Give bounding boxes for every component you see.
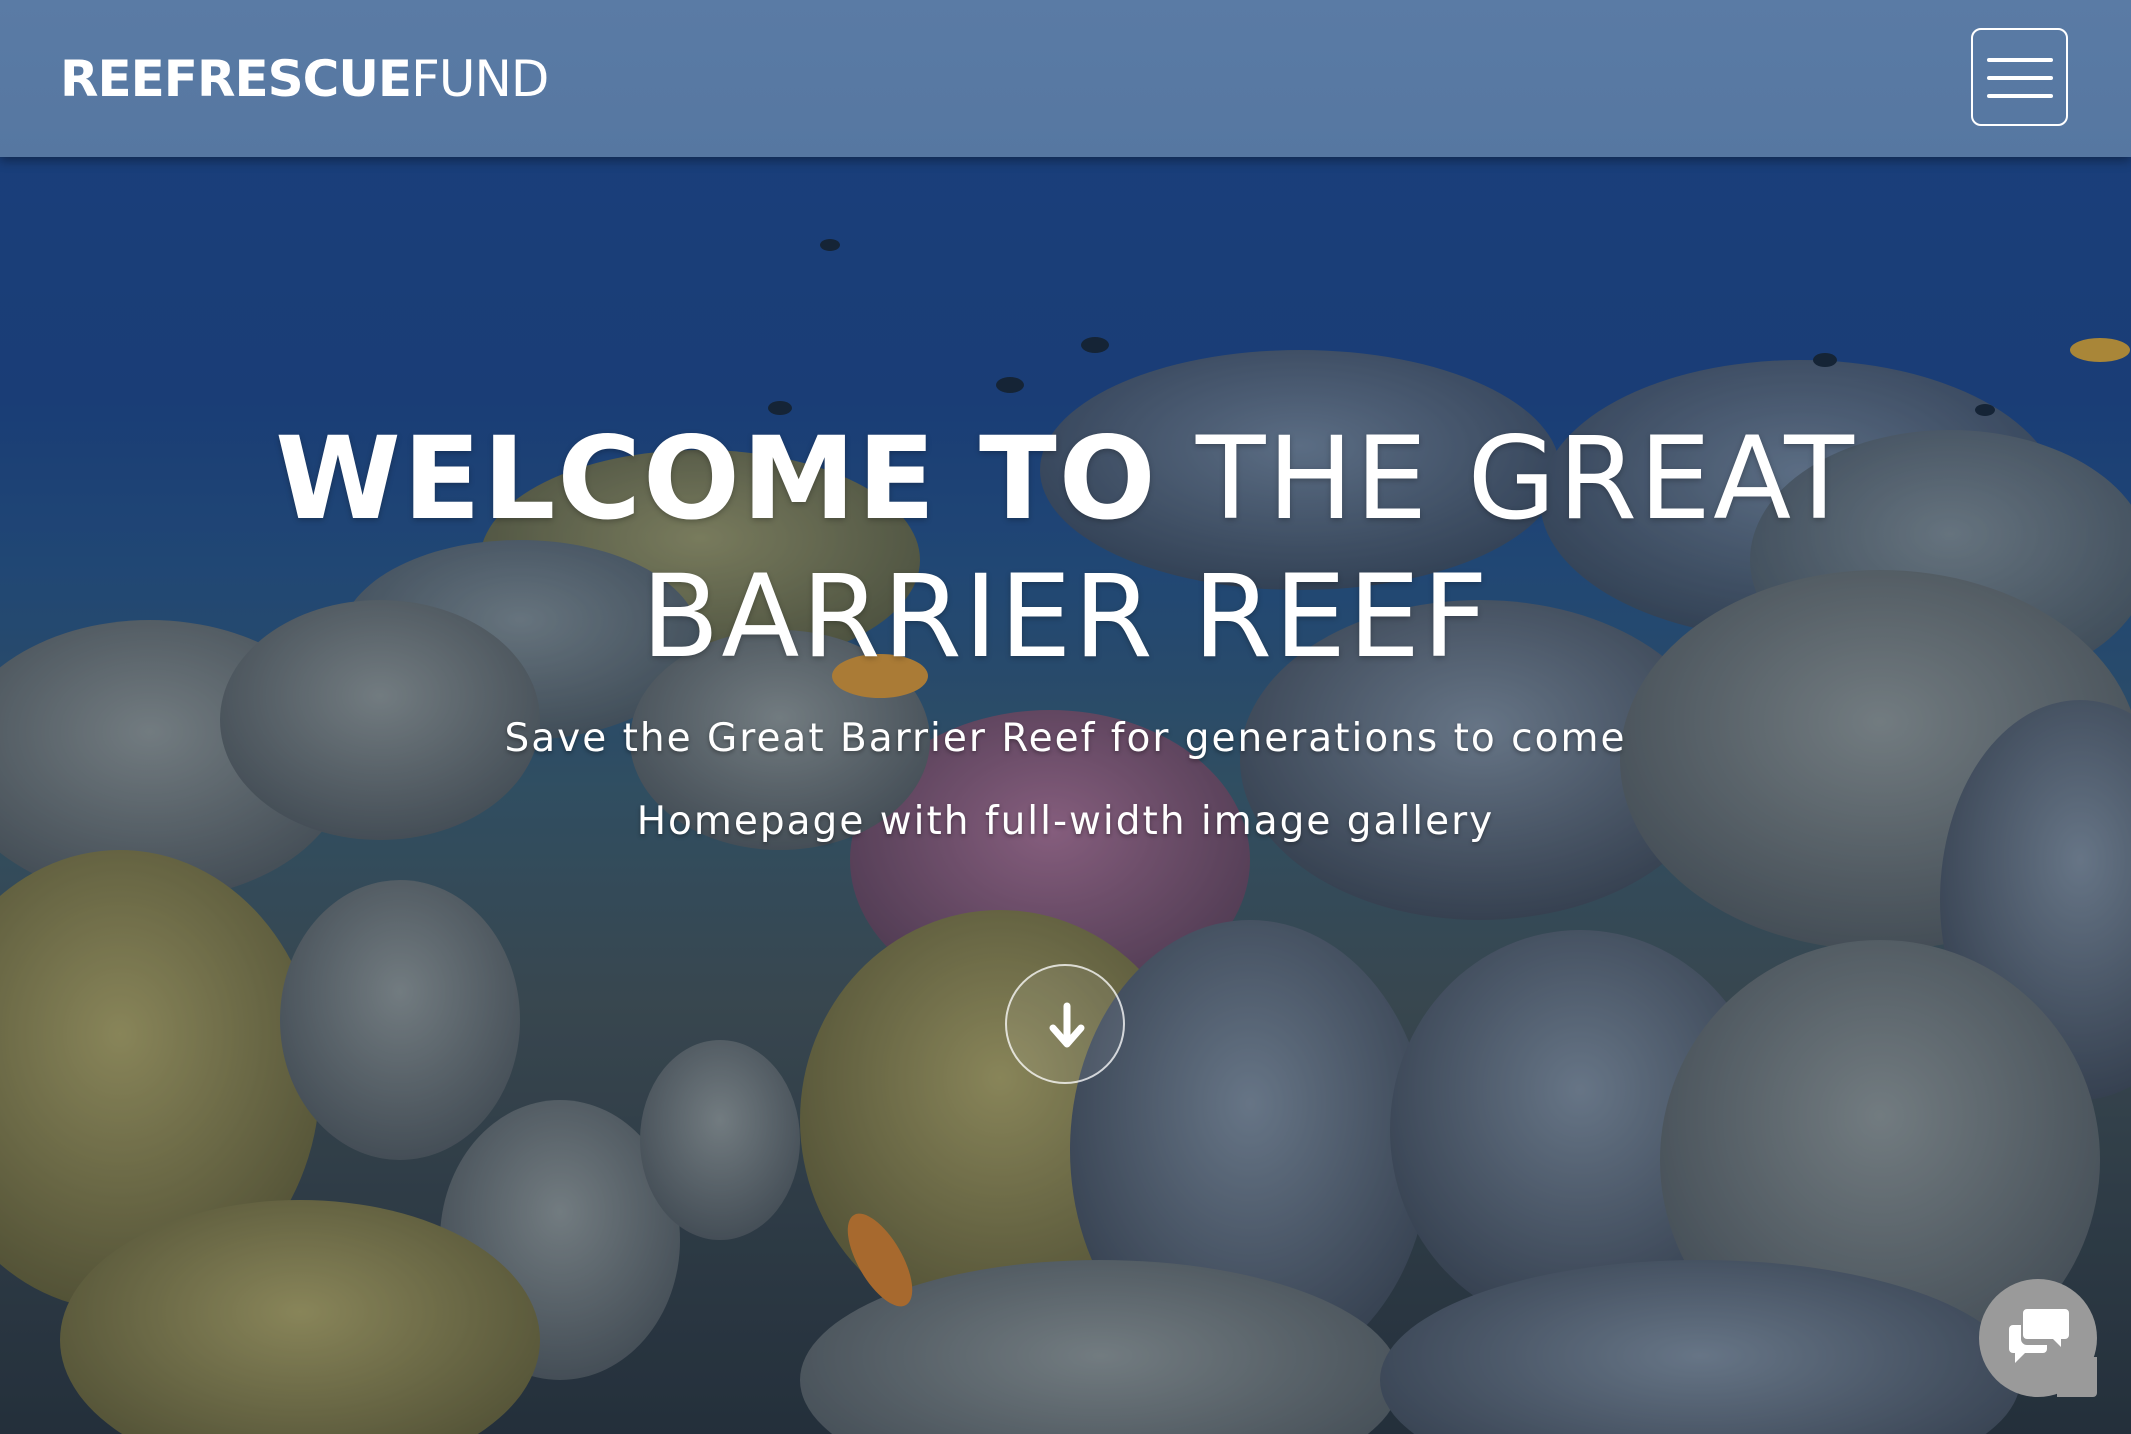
hero-headline: WELCOME TO THE GREAT BARRIER REEF bbox=[0, 410, 2131, 686]
brand-name-light: FUND bbox=[411, 50, 549, 108]
hero-tagline: Homepage with full-width image gallery bbox=[636, 799, 1495, 844]
hamburger-menu-icon-bar bbox=[1987, 76, 2053, 80]
brand-name-bold: REEFRESCUE bbox=[60, 50, 412, 108]
page: REEFRESCUEFUND WELCOME TO THE GREAT BARR… bbox=[0, 0, 2131, 1434]
hamburger-menu-button[interactable] bbox=[1971, 28, 2068, 126]
headline-strong: WELCOME TO bbox=[275, 412, 1158, 545]
chat-button[interactable] bbox=[1979, 1279, 2097, 1397]
arrow-down-icon bbox=[1049, 1002, 1085, 1048]
hero-subtitle: Save the Great Barrier Reef for generati… bbox=[504, 716, 1627, 761]
chat-bubbles-icon bbox=[2009, 1309, 2069, 1363]
hamburger-menu-icon-bar bbox=[1987, 94, 2053, 98]
scroll-down-button[interactable] bbox=[1005, 964, 1125, 1084]
hamburger-menu-icon bbox=[1987, 58, 2053, 62]
brand-logo[interactable]: REEFRESCUEFUND bbox=[60, 50, 549, 108]
navbar: REEFRESCUEFUND bbox=[0, 0, 2131, 157]
